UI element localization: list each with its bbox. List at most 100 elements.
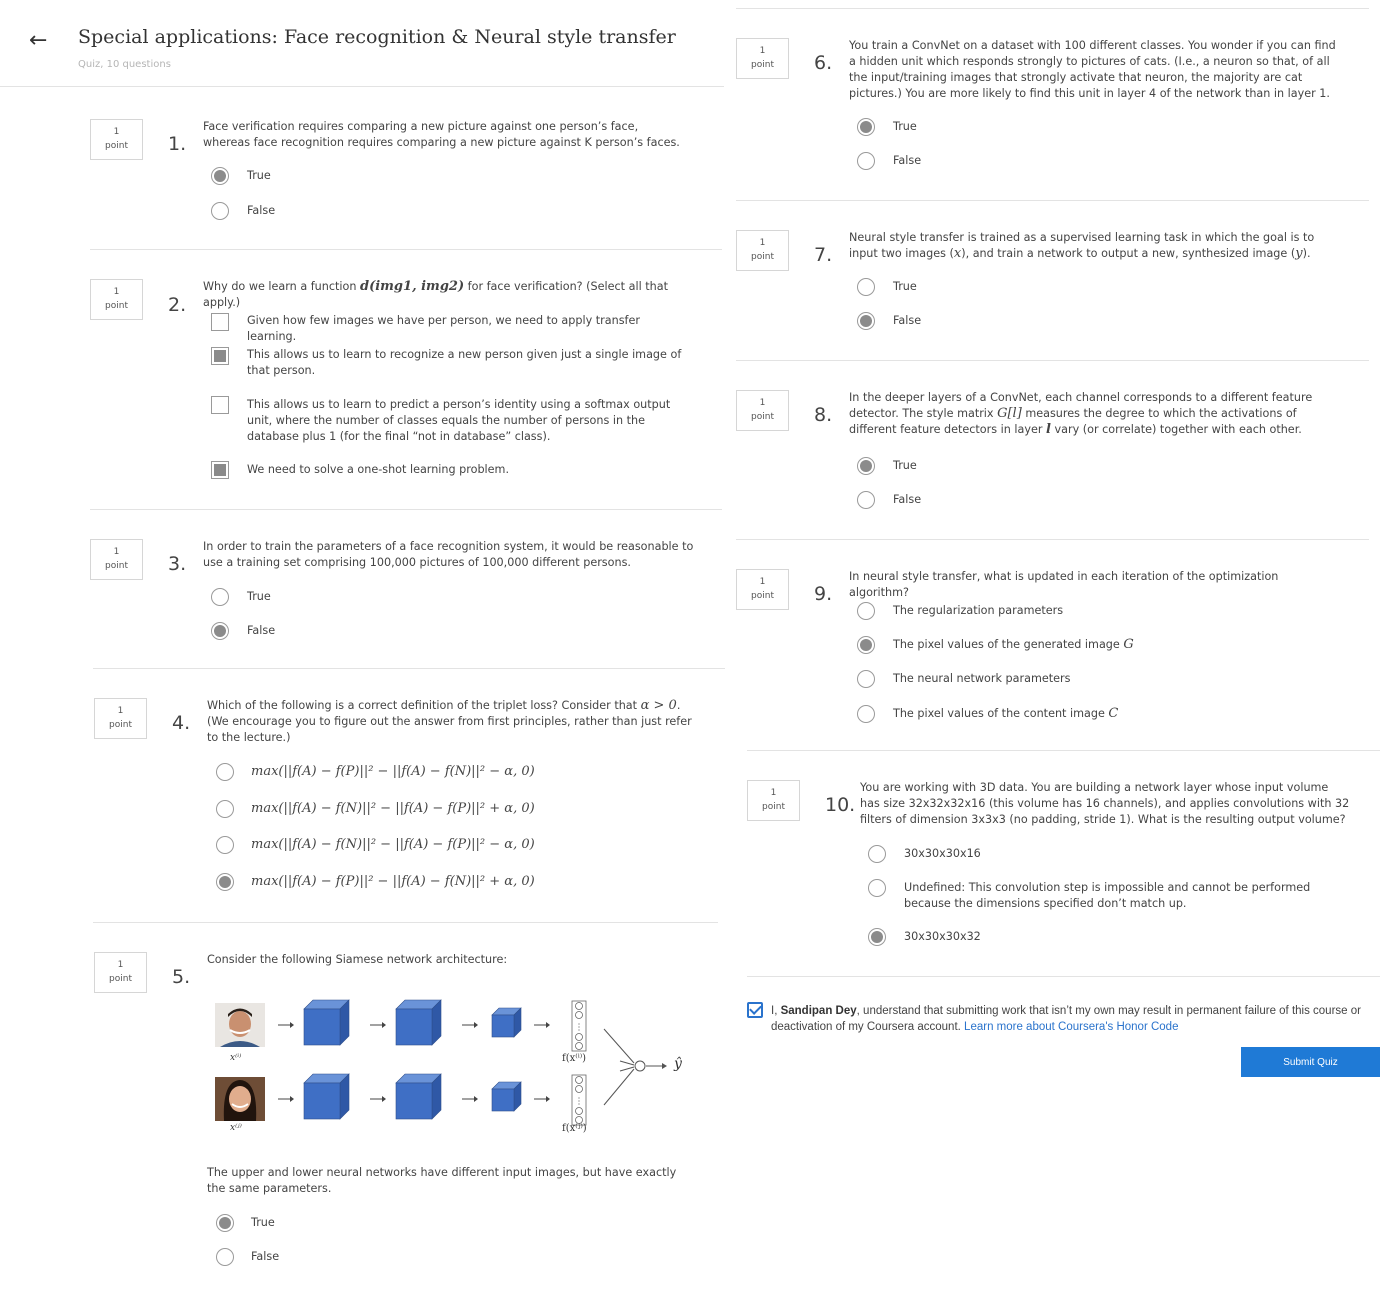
divider <box>736 8 1369 9</box>
divider <box>736 200 1369 201</box>
q8-option-true-radio[interactable] <box>857 457 875 475</box>
honor-code-checkbox[interactable] <box>747 1002 763 1018</box>
x-i-label: x⁽ⁱ⁾ <box>230 1053 242 1063</box>
q9-option-4-radio[interactable] <box>857 705 875 723</box>
divider <box>747 750 1380 751</box>
point-badge: 1 point <box>94 698 147 739</box>
q1-option-true-radio[interactable] <box>211 167 229 185</box>
arrow-bottom <box>534 1096 550 1102</box>
x-j-label: x⁽ʲ⁾ <box>230 1123 242 1133</box>
arrow-top <box>462 1022 478 1028</box>
question-text: Why do we learn a function d(img1, img2)… <box>203 279 668 309</box>
face-image-top <box>215 1003 265 1047</box>
option-label: True <box>893 120 917 133</box>
arrow-bottom <box>370 1096 386 1102</box>
q2-option-3-checkbox[interactable] <box>211 396 229 414</box>
q5-option-true-radio[interactable] <box>216 1214 234 1232</box>
face-image-bottom <box>215 1077 265 1121</box>
conv-cube-medium-top <box>395 999 442 1046</box>
question-number: 10. <box>825 794 856 816</box>
question-text: Consider the following Siamese network a… <box>207 953 508 966</box>
q3-option-false-radio[interactable] <box>211 622 229 640</box>
q2-option-2-checkbox[interactable] <box>211 347 229 365</box>
option-label: 30x30x30x32 <box>904 930 981 943</box>
q4-option-1-radio[interactable] <box>216 763 234 781</box>
submit-quiz-button[interactable]: Submit Quiz <box>1241 1047 1380 1077</box>
question-text: You train a ConvNet on a dataset with 10… <box>849 39 1336 100</box>
option-label: Undefined: This convolution step is impo… <box>904 881 1311 910</box>
option-label: False <box>893 493 922 506</box>
y-hat-label: ŷ <box>674 1056 682 1072</box>
divider <box>90 249 722 250</box>
option-label: True <box>247 590 271 603</box>
question-text: In order to train the parameters of a fa… <box>203 540 694 569</box>
option-label: True <box>893 459 917 472</box>
question-number: 5. <box>172 966 191 988</box>
honor-code-statement: I, Sandipan Dey, understand that submitt… <box>771 1005 1361 1033</box>
option-formula: max(||f(A) − f(P)||² − ||f(A) − f(N)||² … <box>251 764 535 779</box>
option-label: True <box>893 280 917 293</box>
q1-option-false-radio[interactable] <box>211 202 229 220</box>
point-badge: 1 point <box>736 38 789 79</box>
option-label: This allows us to learn to predict a per… <box>247 398 671 443</box>
q6-option-true-radio[interactable] <box>857 118 875 136</box>
divider <box>93 922 718 923</box>
option-label: 30x30x30x16 <box>904 847 981 860</box>
divider <box>90 509 722 510</box>
question-text: In neural style transfer, what is update… <box>849 570 1279 599</box>
q4-option-4-radio[interactable] <box>216 873 234 891</box>
page-subtitle: Quiz, 10 questions <box>78 59 171 70</box>
question-text: You are working with 3D data. You are bu… <box>860 781 1350 826</box>
q7-option-false-radio[interactable] <box>857 312 875 330</box>
q10-option-1-radio[interactable] <box>868 845 886 863</box>
option-label: False <box>893 314 922 327</box>
option-label: False <box>893 154 922 167</box>
back-arrow-icon[interactable]: ← <box>29 28 47 53</box>
siamese-network-diagram: x⁽ⁱ⁾ x⁽ʲ⁾ f(x⁽ⁱ⁾) f(x⁽ʲ⁾) ŷ <box>200 995 700 1145</box>
divider <box>736 539 1369 540</box>
q7-option-true-radio[interactable] <box>857 278 875 296</box>
question-number: 2. <box>168 294 187 316</box>
conv-cube-small-bottom <box>491 1081 522 1112</box>
q5-option-false-radio[interactable] <box>216 1248 234 1266</box>
q4-option-3-radio[interactable] <box>216 836 234 854</box>
option-label: True <box>251 1216 275 1229</box>
q3-option-true-radio[interactable] <box>211 588 229 606</box>
siamese-network-svg <box>215 999 667 1126</box>
question-number: 8. <box>814 404 833 426</box>
encoding-neurons-top <box>571 1000 587 1052</box>
q2-option-1-checkbox[interactable] <box>211 313 229 331</box>
question-number: 9. <box>814 583 833 605</box>
question-text: In the deeper layers of a ConvNet, each … <box>849 391 1313 437</box>
question-number: 6. <box>814 52 833 74</box>
point-badge: 1 point <box>94 952 147 993</box>
q10-option-3-radio[interactable] <box>868 928 886 946</box>
arrow-bottom <box>278 1096 294 1102</box>
option-label: The pixel values of the content image C <box>893 706 1119 721</box>
q9-option-1-radio[interactable] <box>857 602 875 620</box>
q8-option-false-radio[interactable] <box>857 491 875 509</box>
honor-code-link[interactable]: Learn more about Coursera's Honor Code <box>964 1021 1178 1033</box>
option-label: True <box>247 169 271 182</box>
arrow-bottom <box>462 1096 478 1102</box>
arrow-top <box>278 1022 294 1028</box>
option-formula: max(||f(A) − f(N)||² − ||f(A) − f(P)||² … <box>251 801 535 816</box>
question-number: 1. <box>168 133 187 155</box>
q10-option-2-radio[interactable] <box>868 879 886 897</box>
option-label: The pixel values of the generated image … <box>893 637 1134 652</box>
arrow-top <box>534 1022 550 1028</box>
point-badge: 1 point <box>736 230 789 271</box>
divider <box>93 668 725 669</box>
q6-option-false-radio[interactable] <box>857 152 875 170</box>
point-badge: 1 point <box>90 539 143 580</box>
q4-option-2-radio[interactable] <box>216 800 234 818</box>
page-title: Special applications: Face recognition &… <box>78 26 676 48</box>
option-label: We need to solve a one-shot learning pro… <box>247 463 510 476</box>
f-x-j-label: f(x⁽ʲ⁾) <box>562 1123 587 1134</box>
question-number: 7. <box>814 244 833 266</box>
q2-option-4-checkbox[interactable] <box>211 461 229 479</box>
option-label: False <box>251 1250 280 1263</box>
q9-option-3-radio[interactable] <box>857 670 875 688</box>
q9-option-2-radio[interactable] <box>857 636 875 654</box>
question-text: Which of the following is a correct defi… <box>207 698 692 744</box>
